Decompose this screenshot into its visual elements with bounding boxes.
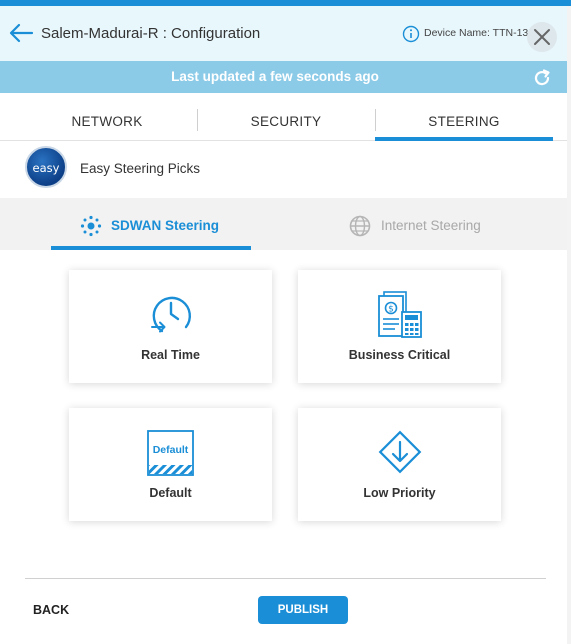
card-business-critical[interactable]: $ Business Critical bbox=[298, 270, 501, 383]
device-name-label: Device Name: TTN-13 bbox=[424, 27, 529, 39]
arrow-left-icon[interactable] bbox=[8, 22, 34, 44]
page-title: Salem-Madurai-R : Configuration bbox=[41, 25, 261, 42]
scrollbar-track[interactable] bbox=[567, 6, 571, 644]
card-real-time[interactable]: Real Time bbox=[69, 270, 272, 383]
active-tab-indicator bbox=[375, 137, 553, 141]
card-default[interactable]: Default Default bbox=[69, 408, 272, 521]
card-label: Default bbox=[149, 486, 192, 500]
status-bar: Last updated a few seconds ago bbox=[0, 61, 571, 93]
last-updated-text: Last updated a few seconds ago bbox=[171, 69, 379, 84]
documents-calculator-icon: $ bbox=[378, 291, 422, 338]
globe-icon bbox=[349, 215, 371, 237]
clock-arrow-icon bbox=[151, 296, 191, 333]
card-label: Real Time bbox=[141, 348, 200, 362]
close-icon bbox=[534, 29, 550, 45]
tab-steering[interactable]: STEERING bbox=[375, 107, 553, 141]
header-bar: Salem-Madurai-R : Configuration Device N… bbox=[0, 6, 571, 61]
footer-divider bbox=[25, 578, 546, 579]
diamond-arrow-down-icon bbox=[378, 430, 422, 474]
easy-logo-text: easy bbox=[32, 161, 60, 175]
svg-text:$: $ bbox=[388, 305, 394, 315]
back-button[interactable]: BACK bbox=[33, 603, 69, 617]
card-low-priority[interactable]: Low Priority bbox=[298, 408, 501, 521]
easy-logo: easy bbox=[25, 146, 67, 188]
refresh-icon[interactable] bbox=[532, 68, 552, 88]
tab-sdwan-steering[interactable]: SDWAN Steering bbox=[111, 218, 219, 233]
easy-steering-picks-label: Easy Steering Picks bbox=[80, 161, 201, 176]
tab-security[interactable]: SECURITY bbox=[197, 107, 375, 141]
info-icon bbox=[402, 25, 420, 43]
config-tabs: NETWORK SECURITY STEERING bbox=[0, 107, 571, 141]
tab-internet-steering[interactable]: Internet Steering bbox=[381, 218, 481, 233]
card-label: Low Priority bbox=[363, 486, 436, 500]
default-badge-text: Default bbox=[153, 444, 189, 456]
default-badge-icon: Default bbox=[147, 430, 194, 476]
tab-network[interactable]: NETWORK bbox=[18, 107, 196, 141]
sdwan-icon bbox=[80, 215, 102, 237]
card-label: Business Critical bbox=[348, 348, 451, 362]
publish-button[interactable]: PUBLISH bbox=[258, 596, 348, 624]
active-subtab-indicator bbox=[51, 246, 251, 250]
close-button[interactable] bbox=[527, 22, 557, 52]
